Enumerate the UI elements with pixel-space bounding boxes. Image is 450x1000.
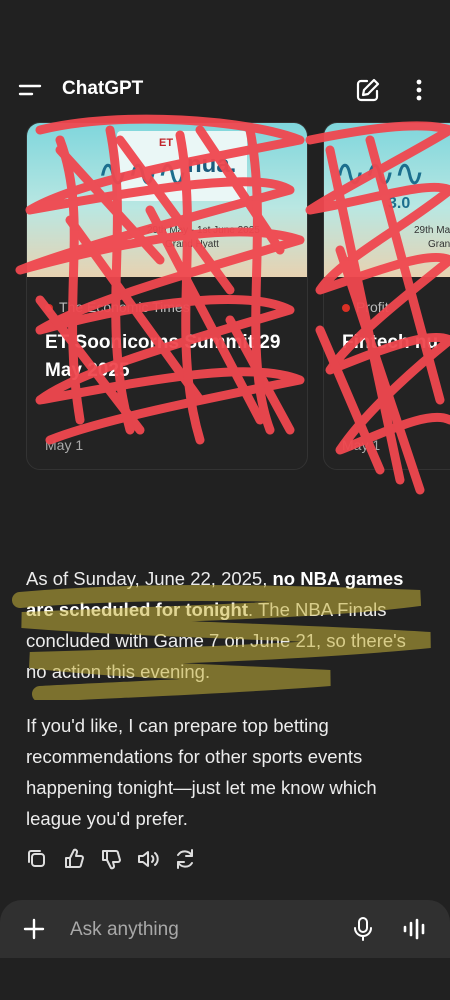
read-aloud-icon[interactable]: [135, 846, 161, 872]
card-date: May 1: [342, 437, 381, 453]
message-text: As of Sunday, June 22, 2025,: [26, 568, 273, 589]
card-source-name: Profit: [356, 299, 389, 315]
composer-bar: [0, 900, 450, 958]
card-headline: Fintech nu: [342, 332, 439, 353]
app-title[interactable]: ChatGPT: [62, 78, 143, 100]
card-image-venue: Gran: [428, 239, 450, 250]
top-bar: ChatGPT: [0, 60, 450, 120]
card-headline: ET Soonicorns Summit 29 May 2025: [45, 332, 281, 381]
card-image-et: ET: [159, 137, 174, 149]
source-favicon-icon: [342, 304, 350, 312]
card-image: ∿∿∿ 3.0 29th May Gran: [324, 123, 450, 277]
microphone-icon[interactable]: [351, 916, 375, 942]
plus-icon[interactable]: [22, 917, 46, 941]
message-actions: [24, 846, 209, 872]
ask-input[interactable]: [68, 915, 332, 945]
card-image-date: 29th May: [414, 225, 450, 236]
waveform-graphic: ∿∿∿: [97, 153, 189, 195]
assistant-message-paragraph-1: As of Sunday, June 22, 2025, no NBA game…: [26, 563, 426, 687]
more-vertical-icon[interactable]: [408, 76, 430, 104]
card-image-date: 29th May - 1st June 2025: [147, 225, 260, 236]
card-date: May 1: [45, 437, 84, 453]
source-cards-carousel[interactable]: ∿∿∿ ET nua. 29th May - 1st June 2025 Gra…: [0, 122, 450, 472]
card-image: ∿∿∿ ET nua. 29th May - 1st June 2025 Gra…: [27, 123, 307, 277]
voice-mode-icon[interactable]: [402, 918, 428, 940]
assistant-message-paragraph-2: If you'd like, I can prepare top betting…: [26, 715, 377, 829]
source-card[interactable]: ∿∿∿ 3.0 29th May Gran Profit Fintech nu …: [323, 122, 450, 470]
card-image-brand: nua.: [187, 151, 237, 178]
waveform-graphic: ∿∿∿: [334, 153, 426, 195]
bottom-spacer: [0, 958, 450, 1000]
source-favicon-icon: [45, 304, 53, 312]
menu-icon[interactable]: [18, 80, 44, 100]
thumbs-up-icon[interactable]: [61, 846, 87, 872]
card-image-venue: Grand Hyatt: [165, 239, 219, 250]
copy-icon[interactable]: [24, 846, 50, 872]
card-image-version: 3.0: [388, 195, 411, 212]
edit-icon[interactable]: [354, 76, 382, 104]
card-source: Profit: [342, 299, 389, 315]
source-card[interactable]: ∿∿∿ ET nua. 29th May - 1st June 2025 Gra…: [26, 122, 308, 470]
card-source: The Economic Times: [45, 299, 190, 315]
thumbs-down-icon[interactable]: [98, 846, 124, 872]
card-source-name: The Economic Times: [59, 299, 190, 315]
regenerate-icon[interactable]: [172, 846, 198, 872]
